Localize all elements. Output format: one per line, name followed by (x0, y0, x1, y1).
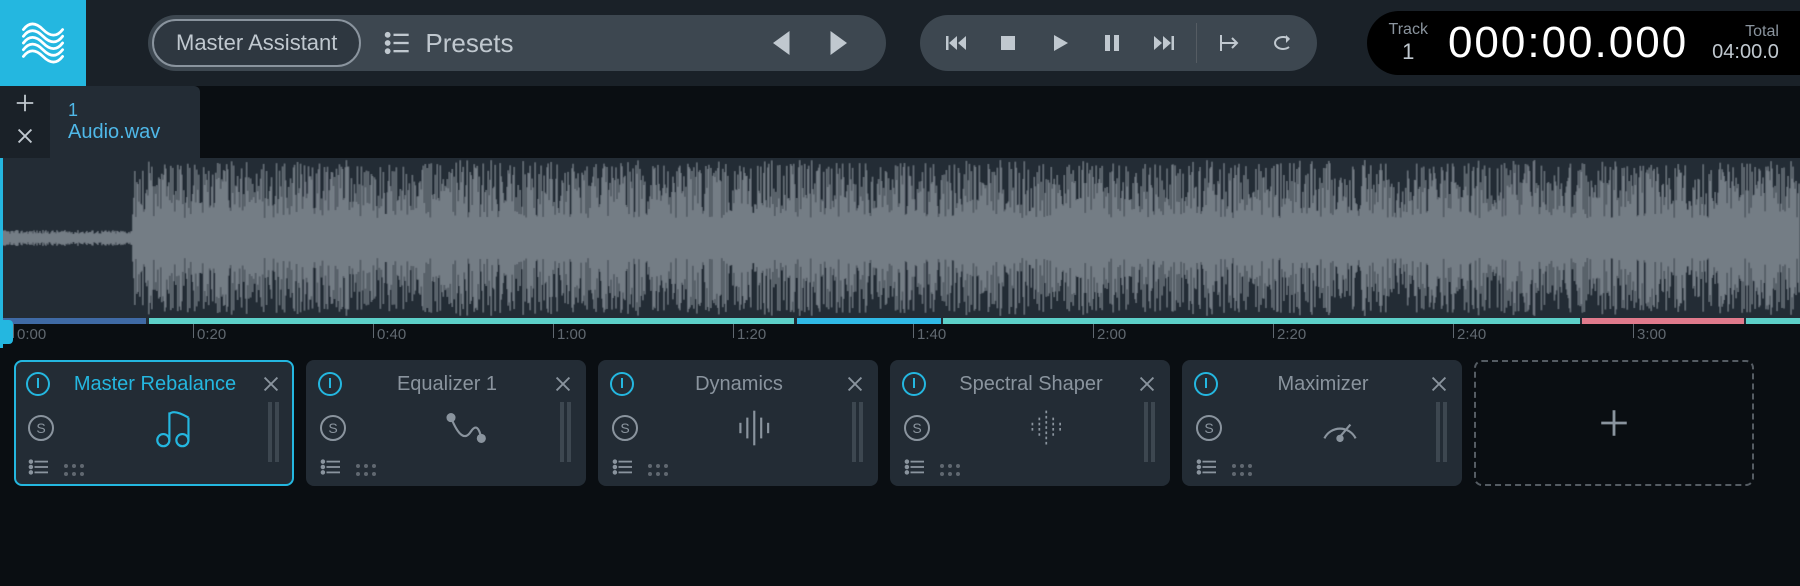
presets-group: Master Assistant Presets (148, 15, 886, 71)
module-icon (648, 402, 864, 454)
preset-next-button[interactable] (820, 25, 856, 61)
module-solo-button[interactable]: S (612, 415, 638, 441)
module-master-rebalance[interactable]: Master Rebalance S (14, 360, 294, 486)
tabs-row: 1 Audio.wav (0, 86, 1800, 158)
ruler-start-marker[interactable] (3, 320, 13, 344)
loop-button[interactable] (1258, 20, 1304, 66)
preset-prev-button[interactable] (764, 25, 800, 61)
module-meter (268, 402, 282, 462)
skip-start-button[interactable] (933, 20, 979, 66)
module-title: Maximizer (1226, 373, 1420, 396)
module-spectral-shaper[interactable]: Spectral Shaper S (890, 360, 1170, 486)
tab-filename: Audio.wav (68, 121, 160, 144)
module-presets-icon[interactable] (612, 458, 634, 481)
ruler-label: 2:20 (1277, 326, 1306, 343)
module-drag-handle[interactable] (356, 464, 376, 476)
main-time: 000:00.000 (1448, 18, 1688, 68)
module-icon (64, 402, 280, 454)
module-presets-icon[interactable] (904, 458, 926, 481)
module-close-button[interactable] (844, 373, 866, 395)
module-presets-icon[interactable] (320, 458, 342, 481)
ruler-label: 2:00 (1097, 326, 1126, 343)
ruler-label: 3:00 (1637, 326, 1666, 343)
list-icon[interactable] (383, 29, 411, 57)
ruler-label: 0:00 (17, 326, 46, 343)
module-dynamics[interactable]: Dynamics S (598, 360, 878, 486)
module-presets-icon[interactable] (28, 458, 50, 481)
module-power-button[interactable] (26, 372, 50, 396)
time-display: Track 1 000:00.000 Total 04:00.0 (1367, 11, 1800, 75)
module-maximizer[interactable]: Maximizer S (1182, 360, 1462, 486)
module-title: Dynamics (642, 373, 836, 396)
total-time: 04:00.0 (1712, 41, 1779, 64)
module-icon (1232, 402, 1448, 454)
presets-label[interactable]: Presets (425, 28, 753, 59)
module-presets-icon[interactable] (1196, 458, 1218, 481)
module-strip: Master Rebalance S Equalizer 1 S (0, 348, 1800, 498)
module-drag-handle[interactable] (940, 464, 960, 476)
module-power-button[interactable] (318, 372, 342, 396)
module-close-button[interactable] (1136, 373, 1158, 395)
master-assistant-label: Master Assistant (176, 30, 337, 56)
module-equalizer-1[interactable]: Equalizer 1 S (306, 360, 586, 486)
stop-button[interactable] (985, 20, 1031, 66)
track-label: Track (1389, 21, 1428, 39)
tab-number: 1 (68, 100, 160, 121)
ruler-label: 0:40 (377, 326, 406, 343)
transport-controls (920, 15, 1317, 71)
module-meter (1144, 402, 1158, 462)
tab-controls (0, 86, 50, 158)
ruler-label: 2:40 (1457, 326, 1486, 343)
module-drag-handle[interactable] (64, 464, 84, 476)
play-button[interactable] (1037, 20, 1083, 66)
add-tab-button[interactable] (14, 92, 36, 119)
module-title: Master Rebalance (58, 373, 252, 396)
skip-end-button[interactable] (1141, 20, 1187, 66)
file-tab[interactable]: 1 Audio.wav (50, 86, 200, 158)
ruler-label: 1:20 (737, 326, 766, 343)
ruler-label: 1:00 (557, 326, 586, 343)
app-logo-icon[interactable] (0, 0, 86, 86)
transport-divider (1196, 23, 1197, 63)
module-drag-handle[interactable] (648, 464, 668, 476)
ruler-label: 0:20 (197, 326, 226, 343)
module-solo-button[interactable]: S (28, 415, 54, 441)
module-solo-button[interactable]: S (904, 415, 930, 441)
module-drag-handle[interactable] (1232, 464, 1252, 476)
track-number: 1 (1402, 39, 1414, 65)
module-solo-button[interactable]: S (1196, 415, 1222, 441)
module-icon (356, 402, 572, 454)
master-assistant-button[interactable]: Master Assistant (152, 19, 361, 67)
module-close-button[interactable] (552, 373, 574, 395)
total-label: Total (1745, 23, 1779, 41)
waveform-canvas[interactable] (3, 158, 1800, 318)
module-title: Equalizer 1 (350, 373, 544, 396)
module-meter (1436, 402, 1450, 462)
close-tab-button[interactable] (14, 125, 36, 152)
total-time-block: Total 04:00.0 (1712, 23, 1779, 64)
pause-button[interactable] (1089, 20, 1135, 66)
module-power-button[interactable] (1194, 372, 1218, 396)
module-meter (852, 402, 866, 462)
module-title: Spectral Shaper (934, 373, 1128, 396)
track-indicator: Track 1 (1389, 21, 1428, 65)
add-module-button[interactable] (1474, 360, 1754, 486)
module-solo-button[interactable]: S (320, 415, 346, 441)
module-icon (940, 402, 1156, 454)
return-button[interactable] (1206, 20, 1252, 66)
module-power-button[interactable] (902, 372, 926, 396)
module-meter (560, 402, 574, 462)
module-close-button[interactable] (260, 373, 282, 395)
time-ruler[interactable]: 0:00 0:20 0:40 1:00 1:20 1:40 2:00 2:20 2:40 3:00 (3, 324, 1800, 348)
top-toolbar: Master Assistant Presets (0, 0, 1800, 86)
module-power-button[interactable] (610, 372, 634, 396)
waveform-area[interactable]: 0:00 0:20 0:40 1:00 1:20 1:40 2:00 2:20 2:40 3:00 (0, 158, 1800, 348)
ruler-label: 1:40 (917, 326, 946, 343)
module-close-button[interactable] (1428, 373, 1450, 395)
